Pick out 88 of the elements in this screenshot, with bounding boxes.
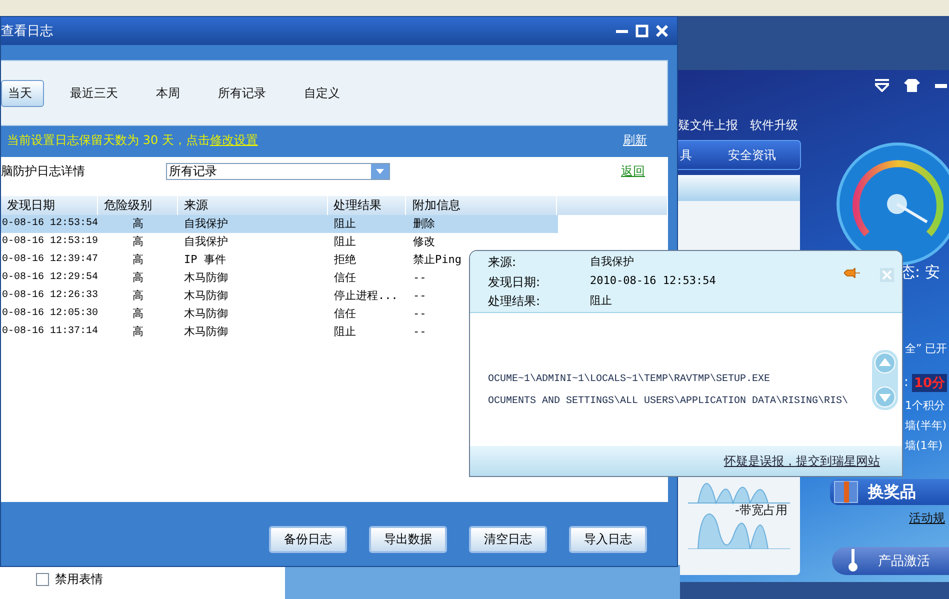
log-action-button[interactable]: 导入日志 (569, 526, 647, 553)
status-text: 全” 已开 (905, 341, 948, 356)
filter-dropdown[interactable]: 所有记录 (166, 162, 390, 180)
field-label: 处理结果: (488, 293, 542, 310)
table-row[interactable]: 0-08-16 12:53:19 高 自我保护 阻止 修改 (1, 233, 558, 251)
back-link[interactable]: 返回 (621, 162, 645, 180)
table-cell-text: 阻止 (334, 324, 356, 340)
log-action-button[interactable]: 备份日志 (269, 526, 347, 553)
table-cell-text: 自我保护 (184, 234, 228, 250)
table-cell-text: 自我保护 (184, 216, 228, 232)
file-path: OCUMENTS AND SETTINGS\ALL USERS\APPLICATION DATA\RISING\RIS\ (488, 396, 848, 407)
field-value: 自我保护 (590, 254, 635, 270)
maximize-icon[interactable] (635, 24, 649, 38)
table-cell-text: 禁止Ping (413, 252, 462, 268)
pin-icon[interactable] (844, 268, 860, 278)
close-icon[interactable] (655, 24, 669, 38)
table-row[interactable]: 0-08-16 12:53:54 高 自我保护 阻止 删除 (1, 215, 558, 233)
prize-button[interactable]: 换奖品 (830, 479, 949, 505)
detail-label: 脑防护日志详情 (1, 162, 86, 180)
shirt-icon[interactable] (904, 79, 920, 92)
reward-item: 墙(1年) (905, 438, 943, 453)
checkbox-label: 禁用表情 (55, 571, 103, 588)
menu-item[interactable]: 软件升级 (750, 117, 798, 134)
table-cell-text: 信任 (334, 270, 356, 286)
table-cell-text: -- (413, 288, 426, 304)
table-cell-text: 删除 (413, 216, 435, 232)
table-cell-text: -- (413, 324, 426, 340)
table-cell-text: 木马防御 (184, 306, 228, 322)
reward-item: 墙(半年) (905, 418, 947, 433)
table-cell-text: -- (413, 306, 426, 322)
table-cell-text: 高 (132, 324, 144, 340)
table-cell-text: 0-08-16 12:29:54 (2, 271, 98, 285)
log-action-button[interactable]: 清空日志 (469, 526, 547, 553)
table-cell-text: 高 (132, 216, 144, 232)
field-value: 阻止 (590, 293, 613, 310)
date-tab[interactable]: 最近三天 (58, 80, 130, 106)
bandwidth-label: -带宽占用 (735, 502, 788, 519)
table-cell-text: 高 (132, 288, 144, 304)
dropdown-icon[interactable] (875, 79, 889, 92)
field-value: 2010-08-16 12:53:54 (590, 274, 716, 289)
refresh-link[interactable]: 刷新 (623, 132, 647, 149)
date-tab[interactable]: 本周 (144, 80, 192, 106)
table-cell-text: 0-08-16 11:37:14 (2, 325, 98, 339)
reward-item: 1个积分 (905, 398, 945, 413)
column-header[interactable]: 附加信息 (406, 196, 558, 215)
table-cell-text: 高 (132, 252, 144, 268)
date-tab[interactable]: 所有记录 (206, 80, 278, 106)
score-label: : (904, 375, 908, 390)
table-cell-text: 高 (132, 306, 144, 322)
nav-tab[interactable]: 安全资讯 (728, 147, 776, 164)
table-cell-text: 木马防御 (184, 270, 228, 286)
column-header[interactable]: 来源 (178, 196, 328, 215)
table-cell-text: 0-08-16 12:39:47 (2, 253, 98, 267)
table-cell-text: 修改 (413, 234, 435, 250)
table-cell-text: 木马防御 (184, 324, 228, 340)
score-value: 10分 (912, 374, 948, 392)
table-cell-text: 阻止 (334, 216, 356, 232)
table-cell-text: 拒绝 (334, 252, 356, 268)
column-header[interactable]: 危险级别 (98, 196, 178, 215)
column-header[interactable]: 处理结果 (328, 196, 406, 215)
window-title: 查看日志 (1, 23, 53, 40)
nav-tab[interactable]: 具 (680, 147, 692, 164)
table-cell-text: 木马防御 (184, 288, 228, 304)
table-cell-text: 0-08-16 12:26:33 (2, 289, 98, 303)
field-label: 发现日期: (488, 274, 542, 291)
retention-notice: 当前设置日志保留天数为 30 天，点击修改设置 (7, 132, 258, 149)
gift-icon (834, 481, 858, 503)
file-path: OCUME~1\ADMINI~1\LOCALS~1\TEMP\RAVTMP\SETUP.EXE (488, 374, 772, 385)
table-cell-text: 0-08-16 12:53:54 (2, 217, 98, 231)
table-cell-text: 阻止 (334, 234, 356, 250)
date-tab[interactable]: 自定义 (292, 80, 352, 106)
table-cell-text: IP 事件 (184, 252, 226, 268)
key-icon (848, 549, 858, 573)
table-cell-text: 高 (132, 270, 144, 286)
table-cell-text: 信任 (334, 306, 356, 322)
activate-button[interactable]: 产品激活 (832, 547, 949, 575)
date-tab[interactable]: 当天 (1, 80, 44, 106)
table-cell-text: 0-08-16 12:53:19 (2, 235, 98, 249)
table-cell-text: -- (413, 270, 426, 286)
rules-link[interactable]: 活动规 (909, 510, 945, 527)
menu-item[interactable]: 疑文件上报 (678, 117, 738, 134)
table-cell-text: 高 (132, 234, 144, 250)
table-cell-text: 0-08-16 12:05:30 (2, 307, 98, 321)
table-cell-text: 停止进程... (334, 288, 398, 304)
checkbox[interactable] (36, 573, 49, 586)
log-action-button[interactable]: 导出数据 (369, 526, 447, 553)
column-header[interactable]: 发现日期 (1, 196, 98, 215)
field-label: 来源: (488, 254, 518, 271)
